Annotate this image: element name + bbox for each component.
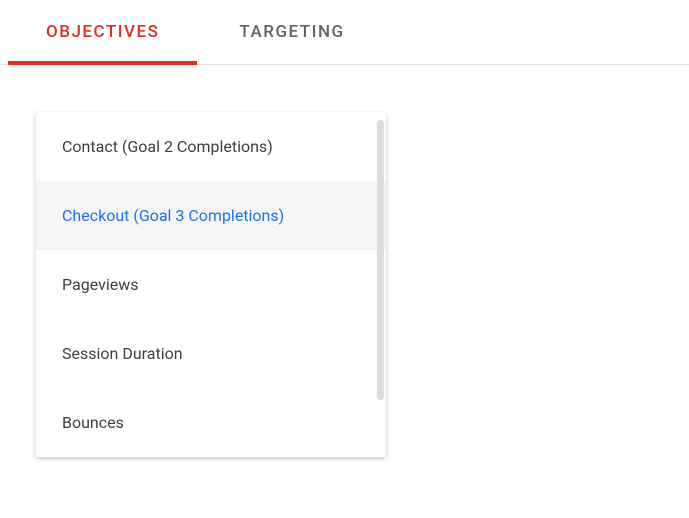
- dropdown-item-checkout[interactable]: Checkout (Goal 3 Completions): [36, 181, 386, 250]
- dropdown-item-pageviews[interactable]: Pageviews: [36, 250, 386, 319]
- objectives-dropdown: Contact (Goal 2 Completions) Checkout (G…: [36, 112, 386, 457]
- tab-targeting[interactable]: TARGETING: [229, 0, 354, 64]
- scrollbar[interactable]: [377, 120, 384, 400]
- dropdown-item-contact[interactable]: Contact (Goal 2 Completions): [36, 112, 386, 181]
- dropdown-item-session-duration[interactable]: Session Duration: [36, 319, 386, 388]
- tabs-bar: OBJECTIVES TARGETING: [0, 0, 689, 65]
- dropdown-item-bounces[interactable]: Bounces: [36, 388, 386, 457]
- tab-objectives[interactable]: OBJECTIVES: [36, 0, 169, 64]
